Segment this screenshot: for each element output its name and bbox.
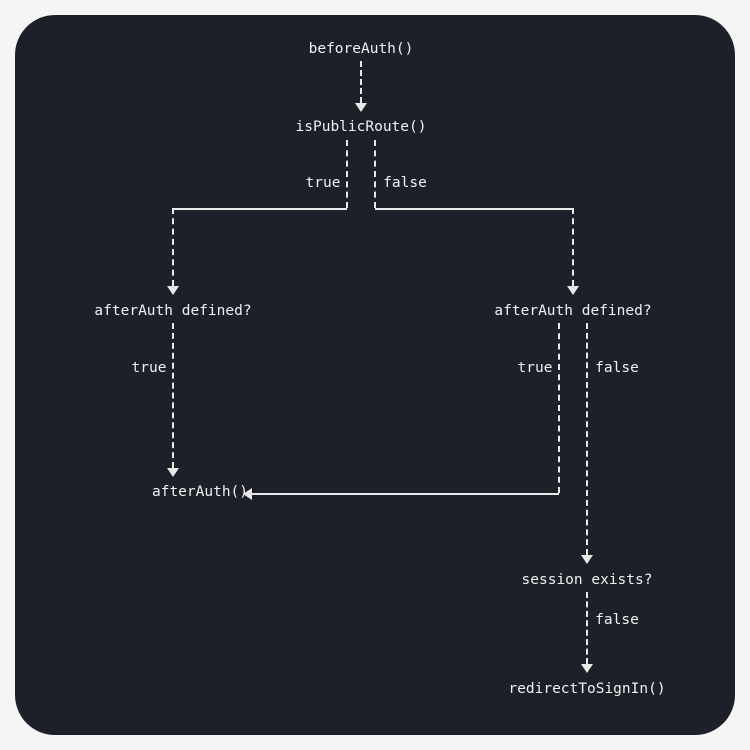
- edge: [251, 493, 559, 495]
- edge-label-true: true: [306, 175, 341, 191]
- arrow-down-icon: [167, 468, 179, 477]
- edge-label-true: true: [132, 360, 167, 376]
- arrow-down-icon: [581, 555, 593, 564]
- edge: [172, 208, 174, 286]
- edge: [586, 323, 588, 555]
- edge: [375, 208, 573, 210]
- flowchart-panel: beforeAuth() isPublicRoute() true false …: [15, 15, 735, 735]
- arrow-down-icon: [567, 286, 579, 295]
- edge-label-false: false: [383, 175, 427, 191]
- edge: [374, 140, 376, 208]
- arrow-down-icon: [167, 286, 179, 295]
- edge-label-false: false: [595, 360, 639, 376]
- node-redirect-to-sign-in: redirectToSignIn(): [508, 681, 665, 697]
- edge: [346, 140, 348, 208]
- node-after-auth-defined-right: afterAuth defined?: [494, 303, 651, 319]
- edge: [172, 323, 174, 468]
- edge-label-false: false: [595, 612, 639, 628]
- node-after-auth: afterAuth(): [152, 484, 248, 500]
- edge-label-true: true: [518, 360, 553, 376]
- node-session-exists: session exists?: [522, 572, 653, 588]
- arrow-down-icon: [355, 103, 367, 112]
- arrow-left-icon: [243, 488, 252, 500]
- edge: [173, 208, 347, 210]
- arrow-down-icon: [581, 664, 593, 673]
- edge: [360, 61, 362, 103]
- node-after-auth-defined-left: afterAuth defined?: [94, 303, 251, 319]
- node-before-auth: beforeAuth(): [309, 41, 414, 57]
- edge: [572, 208, 574, 286]
- node-is-public-route: isPublicRoute(): [296, 119, 427, 135]
- edge: [558, 323, 560, 493]
- edge: [586, 592, 588, 664]
